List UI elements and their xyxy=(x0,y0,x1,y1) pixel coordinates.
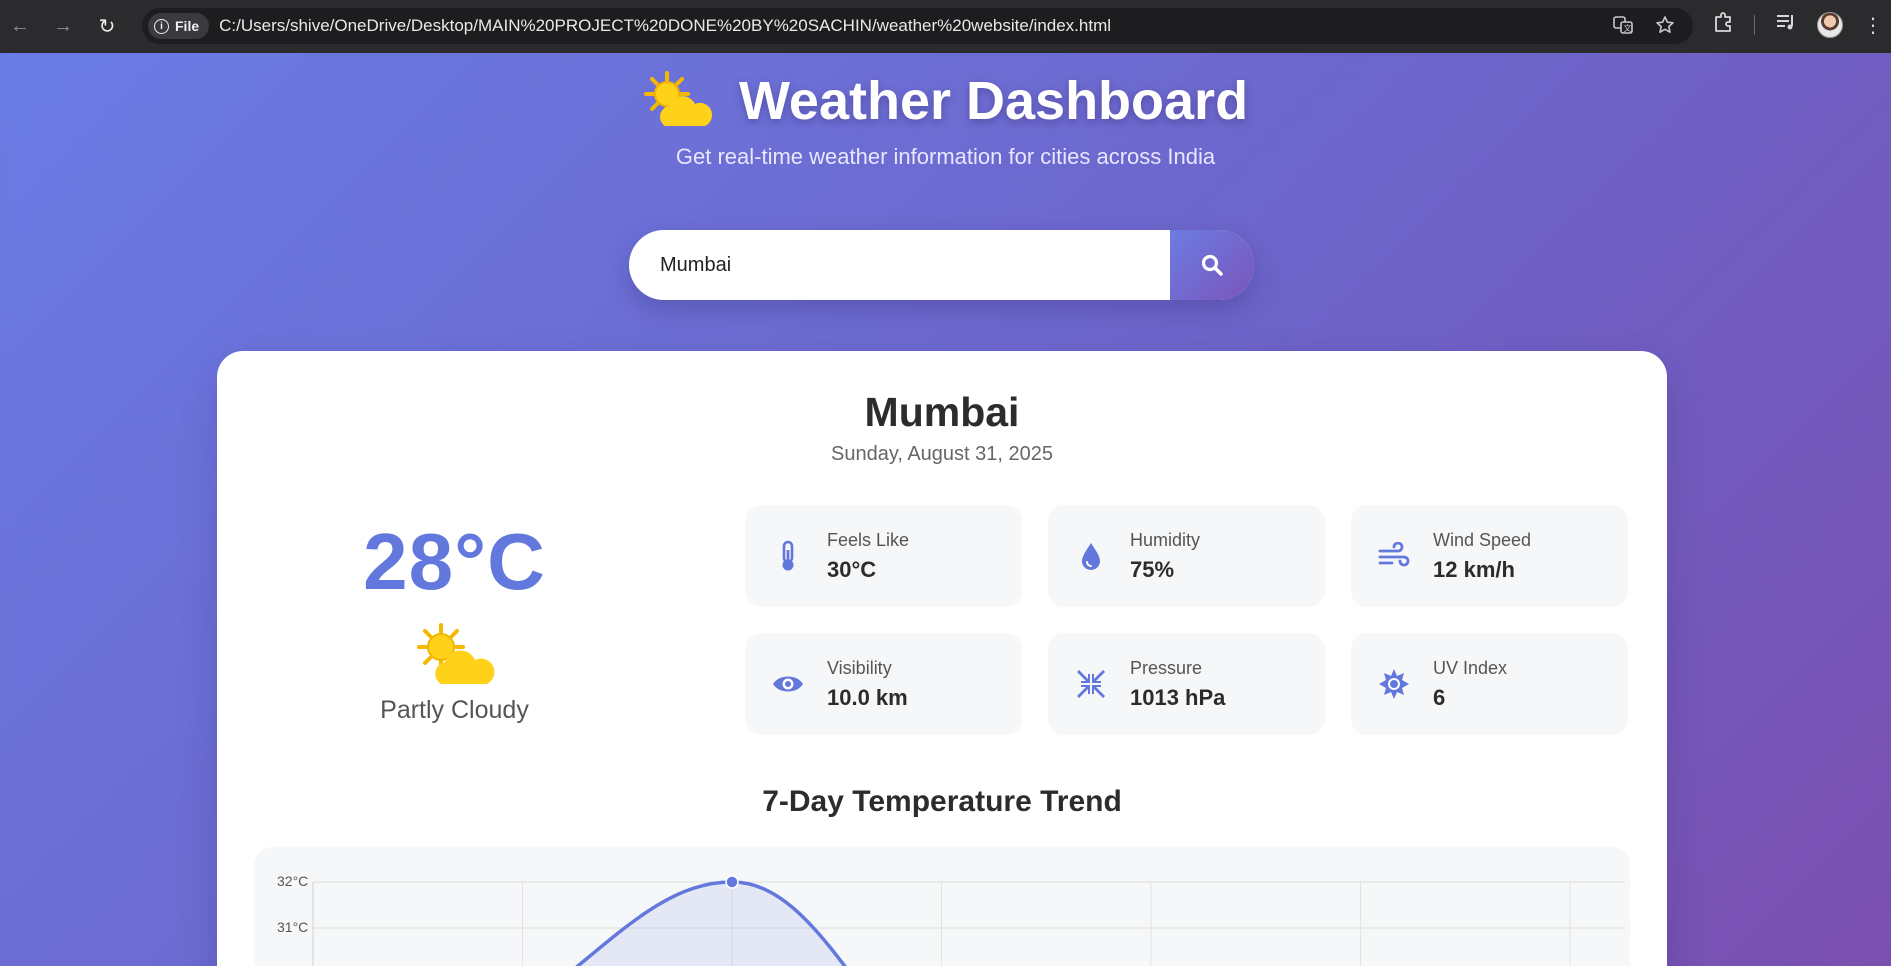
page-header: Weather Dashboard Get real-time weather … xyxy=(0,70,1891,170)
city-search-bar xyxy=(629,230,1254,300)
search-icon xyxy=(1201,254,1223,276)
stat-uv-index: UV Index 6 xyxy=(1351,633,1628,735)
stat-label: Pressure xyxy=(1130,657,1203,678)
stat-value: 6 xyxy=(1433,684,1446,710)
trend-title: 7-Day Temperature Trend xyxy=(762,785,1122,818)
back-button[interactable]: ← xyxy=(6,12,34,40)
search-button[interactable] xyxy=(1170,230,1254,300)
menu-kebab-icon[interactable]: ⋮ xyxy=(1863,13,1883,38)
address-bar[interactable]: i File C:/Users/shive/OneDrive/Desktop/M… xyxy=(142,8,1693,44)
stat-label: UV Index xyxy=(1433,657,1508,678)
reload-button[interactable]: ↻ xyxy=(93,12,121,40)
chart-grid-vertical xyxy=(312,882,1571,966)
bookmark-star-icon[interactable] xyxy=(1655,15,1675,41)
stat-value: 30°C xyxy=(827,556,877,582)
y-tick-label: 32°C xyxy=(277,873,308,889)
svg-text:文: 文 xyxy=(1624,23,1632,33)
wind-icon xyxy=(1377,539,1411,573)
stat-label: Wind Speed xyxy=(1433,529,1532,550)
stat-wind-speed: Wind Speed 12 km/h xyxy=(1351,505,1628,607)
stat-label: Feels Like xyxy=(827,529,910,550)
stat-value: 10.0 km xyxy=(827,684,908,710)
page-subtitle: Get real-time weather information for ci… xyxy=(675,144,1216,169)
forward-button[interactable]: → xyxy=(49,12,77,40)
city-search-input[interactable] xyxy=(629,230,1170,300)
sun-cloud-icon xyxy=(643,70,713,132)
page-title: Weather Dashboard xyxy=(738,71,1249,131)
compress-icon xyxy=(1074,667,1108,701)
translate-icon[interactable]: 文 xyxy=(1613,15,1633,41)
city-name: Mumbai xyxy=(864,389,1020,435)
media-control-icon[interactable] xyxy=(1775,11,1797,39)
droplet-icon xyxy=(1074,539,1108,573)
weather-condition: Partly Cloudy xyxy=(380,696,529,724)
current-date: Sunday, August 31, 2025 xyxy=(830,443,1054,465)
info-icon: i xyxy=(154,18,169,34)
stat-value: 1013 hPa xyxy=(1130,684,1226,710)
eye-icon xyxy=(771,667,805,701)
stat-value: 12 km/h xyxy=(1433,556,1515,582)
file-chip-label: File xyxy=(175,18,200,34)
browser-toolbar: ← → ↻ i File C:/Users/shive/OneDrive/Des… xyxy=(0,0,1891,53)
url-text[interactable]: C:/Users/shive/OneDrive/Desktop/MAIN%20P… xyxy=(219,16,1111,36)
sun-icon xyxy=(1377,667,1411,701)
stat-label: Humidity xyxy=(1130,529,1201,550)
stat-humidity: Humidity 75% xyxy=(1048,505,1325,607)
temperature-chart: 32°C 31°C xyxy=(254,847,1630,966)
current-weather: 28°C Partly Cloudy xyxy=(277,516,632,725)
thermometer-icon xyxy=(771,539,805,573)
trend-area-fill xyxy=(577,882,845,966)
partly-cloudy-icon xyxy=(415,622,495,688)
weather-card: Mumbai Sunday, August 31, 2025 28°C Part… xyxy=(217,351,1667,966)
y-tick-label: 31°C xyxy=(277,919,308,935)
current-temperature: 28°C xyxy=(363,517,546,606)
stat-feels-like: Feels Like 30°C xyxy=(745,505,1022,607)
temperature-chart-svg: 32°C 31°C xyxy=(277,873,1625,966)
extensions-icon[interactable] xyxy=(1712,11,1734,39)
data-point-peak[interactable] xyxy=(725,875,739,889)
profile-avatar[interactable] xyxy=(1817,12,1843,38)
site-info-chip[interactable]: i File xyxy=(148,13,210,39)
toolbar-divider xyxy=(1754,15,1755,35)
stat-value: 75% xyxy=(1130,556,1175,582)
stat-label: Visibility xyxy=(827,657,892,678)
weather-stats-grid: Feels Like 30°C Humidity 75% Wind Speed … xyxy=(745,505,1628,735)
stat-pressure: Pressure 1013 hPa xyxy=(1048,633,1325,735)
stat-visibility: Visibility 10.0 km xyxy=(745,633,1022,735)
